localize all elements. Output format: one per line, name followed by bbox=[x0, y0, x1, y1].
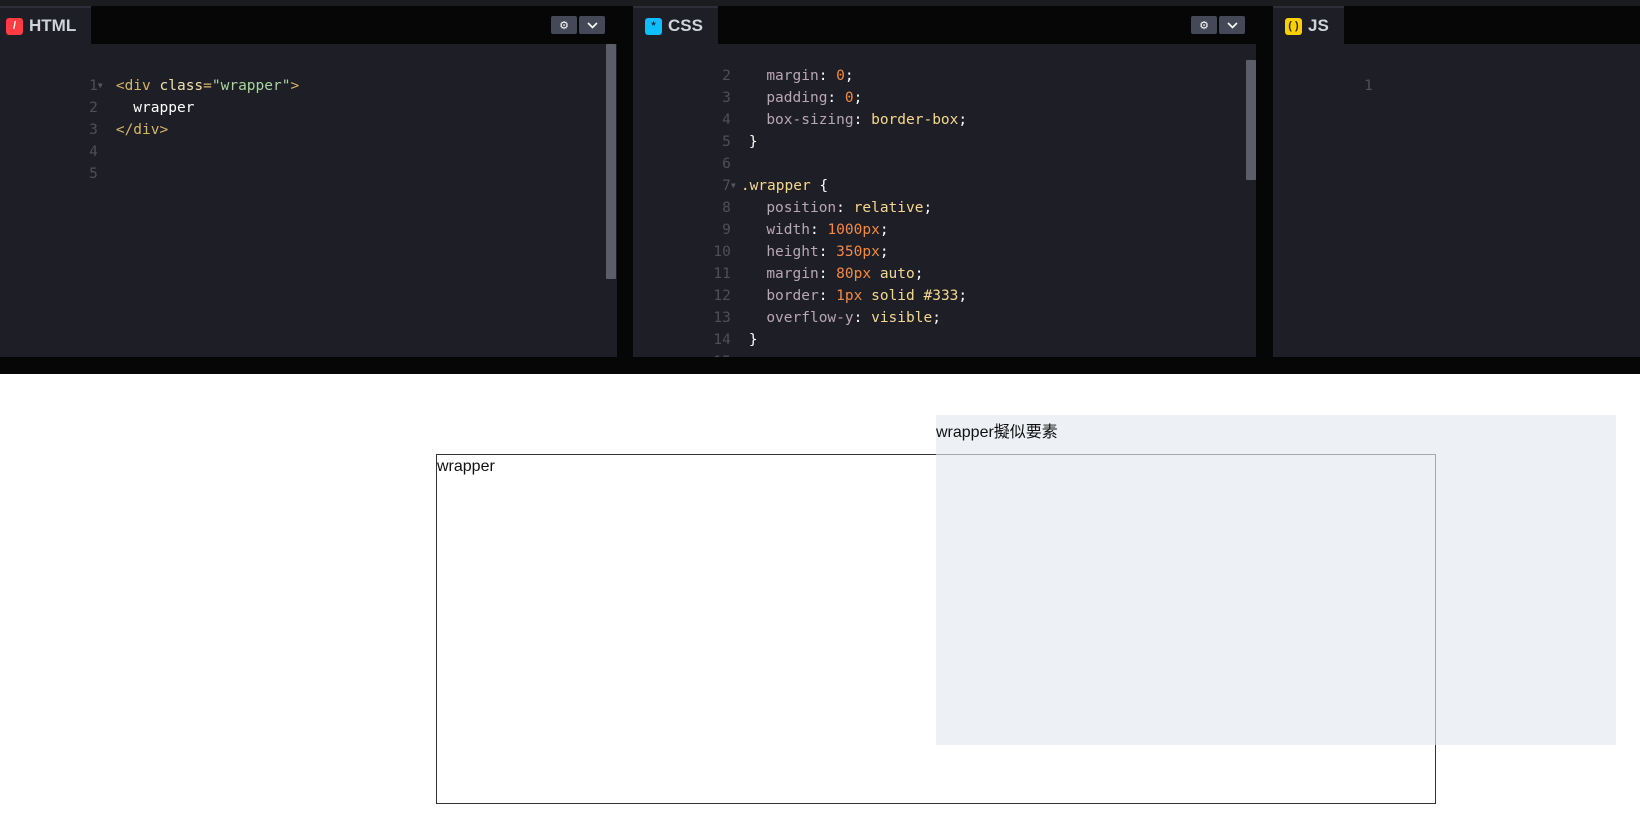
code-line: 2 wrapper bbox=[0, 75, 194, 116]
code-token: } bbox=[748, 332, 758, 348]
code-token: = bbox=[203, 78, 212, 94]
js-editor-panel: ( ) JS 1 bbox=[1273, 6, 1640, 357]
code-token: } bbox=[748, 134, 758, 150]
code-token: box-sizing bbox=[766, 112, 854, 128]
js-code-editor[interactable]: 1 bbox=[1273, 44, 1640, 357]
code-line: 4 box-sizing: border-box; bbox=[633, 87, 967, 128]
css-editor-panel: * CSS ⚙ 2 margin: 0; 3 padding: 0; 4 box… bbox=[633, 6, 1256, 357]
code-token: > bbox=[290, 78, 300, 94]
resize-divider[interactable] bbox=[0, 357, 1640, 374]
line-number: 1 bbox=[1364, 78, 1373, 94]
code-line: 12 border: 1px solid #333; bbox=[633, 263, 967, 304]
code-token: border-box bbox=[871, 112, 959, 128]
code-line: 1▼ <div class="wrapper"> bbox=[0, 53, 299, 94]
js-panel-header: ( ) JS bbox=[1273, 6, 1640, 44]
code-line: 13 overflow-y: visible; bbox=[633, 285, 941, 326]
css-settings-button[interactable]: ⚙ bbox=[1191, 16, 1217, 34]
html-settings-button[interactable]: ⚙ bbox=[551, 16, 577, 34]
pseudo-text: wrapper擬似要素 bbox=[936, 424, 1058, 441]
tab-css-label: CSS bbox=[668, 16, 703, 35]
line-number: 5 bbox=[89, 166, 98, 182]
code-token: overflow-y bbox=[766, 310, 854, 326]
code-line: 4 bbox=[0, 119, 98, 160]
tab-html[interactable]: / HTML bbox=[0, 6, 92, 44]
code-token: "wrapper" bbox=[211, 78, 291, 94]
code-line: 5} bbox=[633, 109, 757, 150]
html-editor-panel: / HTML ⚙ 1▼ <div class="wrapper"> 2 wrapp… bbox=[0, 6, 617, 357]
html-panel-header: / HTML ⚙ bbox=[0, 6, 617, 44]
editor-area: / HTML ⚙ 1▼ <div class="wrapper"> 2 wrapp… bbox=[0, 0, 1640, 374]
tab-js-label: JS bbox=[1308, 16, 1329, 35]
chevron-down-icon bbox=[1226, 21, 1238, 29]
tab-css[interactable]: * CSS bbox=[633, 6, 718, 44]
html-code-editor[interactable]: 1▼ <div class="wrapper"> 2 wrapper 3 </div… bbox=[0, 44, 617, 357]
code-line: 2 margin: 0; bbox=[633, 44, 854, 84]
css-asterisk-icon: * bbox=[645, 17, 662, 35]
chevron-down-icon bbox=[586, 21, 598, 29]
code-line: 9 width: 1000px; bbox=[633, 197, 888, 238]
js-braces-icon: ( ) bbox=[1285, 17, 1302, 35]
code-line: 3 padding: 0; bbox=[633, 65, 862, 106]
html-collapse-button[interactable] bbox=[579, 16, 605, 34]
code-line: 8 position: relative; bbox=[633, 175, 932, 216]
code-line: 7▼ .wrapper { bbox=[633, 153, 828, 194]
html-slash-icon: / bbox=[6, 17, 23, 35]
code-line: 11 margin: 80px auto; bbox=[633, 241, 923, 282]
html-scrollbar[interactable] bbox=[606, 44, 616, 279]
code-line: 14} bbox=[633, 307, 757, 348]
code-line: 1 bbox=[1275, 53, 1373, 94]
css-panel-header: * CSS ⚙ bbox=[633, 6, 1256, 44]
code-line: 15 bbox=[633, 329, 730, 357]
code-line: 10 height: 350px; bbox=[633, 219, 888, 260]
css-scrollbar[interactable] bbox=[1246, 60, 1256, 180]
wrapper-pseudo-element: wrapper擬似要素 bbox=[936, 415, 1616, 745]
code-token: </div> bbox=[115, 122, 169, 138]
css-code-editor[interactable]: 2 margin: 0; 3 padding: 0; 4 box-sizing:… bbox=[633, 44, 1256, 357]
css-collapse-button[interactable] bbox=[1219, 16, 1245, 34]
code-line: 6 bbox=[633, 131, 731, 172]
code-line: 3 </div> bbox=[0, 97, 168, 138]
tab-js[interactable]: ( ) JS bbox=[1273, 6, 1344, 44]
tab-html-label: HTML bbox=[29, 16, 77, 35]
wrapper-text: wrapper bbox=[437, 458, 495, 475]
result-preview: wrapper wrapper擬似要素 bbox=[0, 374, 1640, 824]
gear-icon: ⚙ bbox=[1199, 18, 1209, 32]
code-line: 5 bbox=[0, 141, 98, 182]
gear-icon: ⚙ bbox=[559, 18, 569, 32]
code-token: visible bbox=[871, 310, 933, 326]
